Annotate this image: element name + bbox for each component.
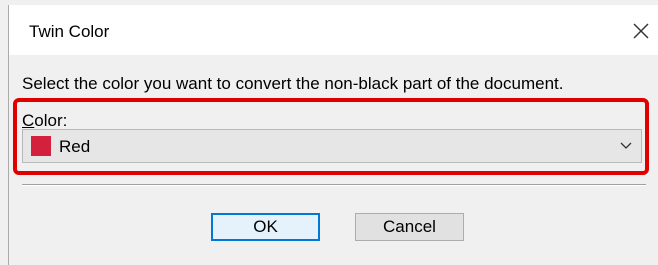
separator-line bbox=[22, 184, 646, 186]
color-select-value: Red bbox=[59, 137, 91, 156]
chevron-down-icon bbox=[620, 142, 632, 149]
close-button[interactable] bbox=[623, 13, 658, 49]
color-label-accelerator: C bbox=[22, 111, 35, 130]
title-bar: Twin Color bbox=[9, 5, 658, 55]
color-select[interactable]: Red bbox=[22, 129, 642, 163]
instruction-text: Select the color you want to convert the… bbox=[22, 74, 564, 93]
dialog-title: Twin Color bbox=[29, 22, 110, 41]
color-label-text: olor: bbox=[34, 111, 68, 130]
color-label: Color: bbox=[22, 111, 67, 131]
cancel-button[interactable]: Cancel bbox=[355, 213, 464, 241]
close-icon bbox=[633, 23, 649, 39]
ok-button[interactable]: OK bbox=[211, 213, 320, 241]
color-swatch-icon bbox=[31, 136, 51, 156]
